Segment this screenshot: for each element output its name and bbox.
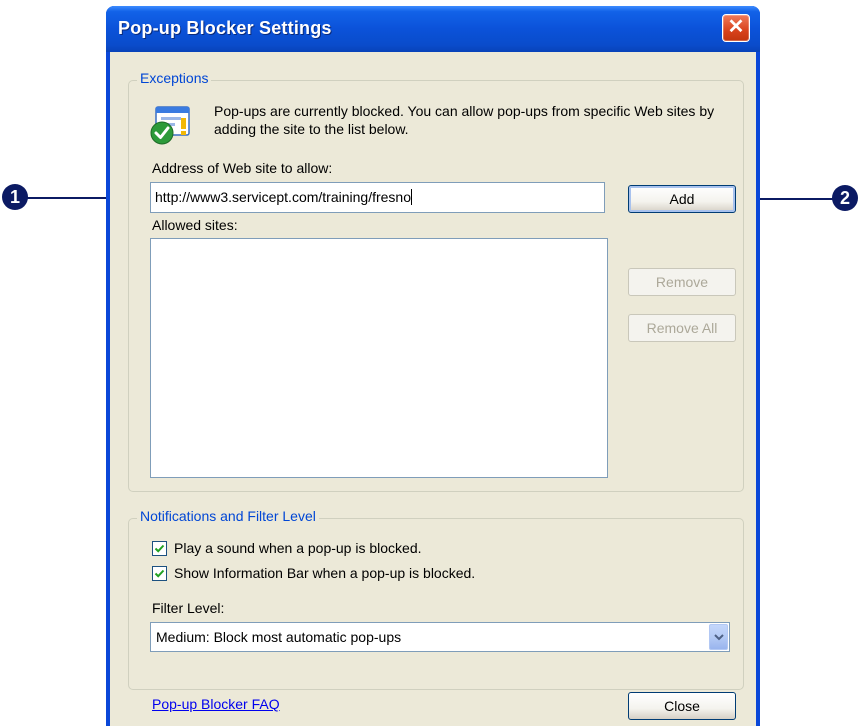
address-value: http://www3.servicept.com/training/fresn… (155, 189, 411, 205)
popup-blocked-shield-icon (150, 106, 190, 145)
title-bar[interactable]: Pop-up Blocker Settings ✕ (106, 6, 760, 52)
window-close-icon[interactable]: ✕ (722, 14, 750, 42)
exceptions-legend: Exceptions (137, 70, 212, 86)
play-sound-label[interactable]: Play a sound when a pop-up is blocked. (174, 540, 422, 556)
show-info-bar-label[interactable]: Show Information Bar when a pop-up is bl… (174, 565, 475, 581)
blocked-info-text: Pop-ups are currently blocked. You can a… (214, 103, 715, 137)
filter-level-label: Filter Level: (152, 600, 225, 616)
add-button[interactable]: Add (628, 185, 736, 213)
remove-all-button[interactable]: Remove All (628, 314, 736, 342)
remove-button[interactable]: Remove (628, 268, 736, 296)
play-sound-checkbox[interactable] (152, 541, 167, 556)
checkmark-icon (154, 544, 165, 553)
checkmark-icon (154, 569, 165, 578)
address-textbox[interactable]: http://www3.servicept.com/training/fresn… (150, 182, 605, 213)
callout-2-badge: 2 (832, 185, 858, 211)
filter-level-value: Medium: Block most automatic pop-ups (156, 629, 402, 645)
allowed-sites-label: Allowed sites: (152, 217, 238, 233)
filter-level-dropdown[interactable]: Medium: Block most automatic pop-ups (150, 622, 730, 652)
callout-1-badge: 1 (2, 184, 28, 210)
dropdown-arrow-button[interactable] (709, 624, 728, 650)
allowed-sites-list[interactable] (150, 238, 608, 478)
show-info-bar-checkbox[interactable] (152, 566, 167, 581)
text-caret (411, 189, 412, 205)
chevron-down-icon (714, 634, 724, 641)
notifications-legend: Notifications and Filter Level (137, 508, 319, 524)
popup-blocker-dialog: Pop-up Blocker Settings ✕ Exceptions Pop… (106, 6, 760, 726)
popup-blocker-faq-link[interactable]: Pop-up Blocker FAQ (152, 696, 280, 712)
dialog-body: Exceptions Pop-ups are currently blocked… (110, 52, 756, 726)
address-label: Address of Web site to allow: (152, 160, 333, 176)
window-title: Pop-up Blocker Settings (118, 18, 332, 38)
close-button[interactable]: Close (628, 692, 736, 720)
